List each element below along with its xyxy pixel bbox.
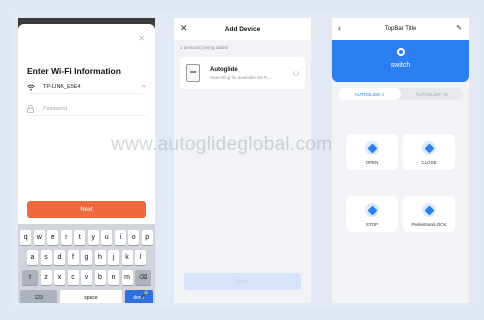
shift-key[interactable]: ⇧ xyxy=(22,270,38,285)
key-a[interactable]: a xyxy=(27,250,38,265)
wifi-sheet: ✕ Enter Wi-Fi Information TP-LINK_E5E4 ⇆… xyxy=(18,24,155,303)
password-placeholder: Password xyxy=(43,106,68,112)
password-field[interactable]: Password xyxy=(27,103,146,116)
pedestrian-lock-button[interactable]: Pedestrian/LOCK xyxy=(403,196,455,232)
key-i[interactable]: i xyxy=(114,230,126,245)
open-icon xyxy=(365,141,379,155)
key-f[interactable]: f xyxy=(67,250,79,265)
space-key[interactable]: space xyxy=(59,290,123,303)
edit-icon[interactable]: ✎ xyxy=(456,24,462,32)
key-l[interactable]: l xyxy=(135,250,146,265)
open-label: OPEN xyxy=(365,160,379,165)
switch-label: switch xyxy=(390,62,411,69)
device-card[interactable]: Autoglide Searching for available Wi-Fi.… xyxy=(180,57,305,89)
key-n[interactable]: n xyxy=(108,270,119,285)
keyboard-row-4: 123 space done xyxy=(18,290,155,303)
keyboard-row-3: ⇧ z x c v b n m ⌫ xyxy=(18,270,155,285)
key-d[interactable]: d xyxy=(54,250,65,265)
adding-status-text: 1 device(s) being added xyxy=(180,45,229,50)
key-v[interactable]: v xyxy=(81,270,92,285)
key-s[interactable]: s xyxy=(40,250,52,265)
stop-label: STOP xyxy=(365,222,379,227)
key-k[interactable]: k xyxy=(121,250,133,265)
delete-key[interactable]: ⌫ xyxy=(135,270,151,285)
key-t[interactable]: t xyxy=(74,230,86,245)
keyboard: qwertyuiop asdfghjkl ⇧ z x c v b n m ⌫ 123 space… xyxy=(18,224,155,303)
stop-button[interactable]: STOP xyxy=(346,196,398,232)
stop-icon xyxy=(365,203,379,217)
back-icon[interactable]: ‹ xyxy=(338,23,341,33)
key-c[interactable]: c xyxy=(67,270,79,285)
key-e[interactable]: e xyxy=(47,230,59,245)
pedestrian-lock-label: Pedestrian/LOCK xyxy=(411,222,447,227)
key-u[interactable]: u xyxy=(101,230,113,245)
device-status: Searching for available Wi-Fi... xyxy=(210,74,272,80)
loading-spinner-icon xyxy=(293,70,299,76)
wifi-ssid: TP-LINK_E5E4 xyxy=(43,84,81,90)
device-tabs: AUTOSLIDE-J AUTOSLIDE -W xyxy=(338,88,463,100)
key-x[interactable]: x xyxy=(54,270,65,285)
key-q[interactable]: q xyxy=(20,230,32,245)
key-h[interactable]: h xyxy=(94,250,106,265)
keyboard-row-2: asdfghjkl xyxy=(18,250,155,265)
device-control-screen: ‹ TopBar Title ✎ switch AUTOSLIDE-J AUTO… xyxy=(332,18,469,303)
key-p[interactable]: p xyxy=(141,230,153,245)
numbers-key[interactable]: 123 xyxy=(20,290,58,303)
next-button[interactable]: Next xyxy=(27,201,146,218)
done-button[interactable]: Done xyxy=(184,273,301,290)
wifi-icon xyxy=(27,84,37,91)
page-title: Enter Wi-Fi Information xyxy=(27,66,121,76)
wifi-ssid-row[interactable]: TP-LINK_E5E4 ⇆ xyxy=(27,81,146,94)
lock-icon xyxy=(27,105,37,113)
key-r[interactable]: r xyxy=(60,230,72,245)
key-b[interactable]: b xyxy=(94,270,106,285)
power-icon xyxy=(396,48,405,56)
tab-autoslide-j[interactable]: AUTOSLIDE-J xyxy=(338,88,401,100)
key-g[interactable]: g xyxy=(81,250,92,265)
keyboard-row-1: qwertyuiop xyxy=(18,230,155,245)
microphone-icon[interactable]: 🎤 xyxy=(140,291,149,299)
device-icon xyxy=(186,64,200,82)
wifi-screen: ✕ Enter Wi-Fi Information TP-LINK_E5E4 ⇆… xyxy=(18,18,155,303)
close-button[interactable]: CLOSE xyxy=(403,134,455,170)
key-m[interactable]: m xyxy=(121,270,133,285)
top-bar: ‹ TopBar Title ✎ xyxy=(332,18,469,40)
close-icon[interactable]: ✕ xyxy=(138,34,145,43)
close-label: CLOSE xyxy=(421,160,437,165)
top-bar: ✕ Add Device xyxy=(174,18,311,40)
key-y[interactable]: y xyxy=(87,230,99,245)
close-icon[interactable]: ✕ xyxy=(180,23,188,34)
key-o[interactable]: o xyxy=(128,230,140,245)
page-title: TopBar Title xyxy=(384,26,417,32)
switch-banner[interactable]: switch xyxy=(332,40,469,82)
pedestrian-lock-icon xyxy=(422,203,436,217)
tab-autoslide-w[interactable]: AUTOSLIDE -W xyxy=(401,88,464,100)
device-name: Autoglide xyxy=(210,66,238,73)
key-z[interactable]: z xyxy=(40,270,52,285)
switch-network-icon[interactable]: ⇆ xyxy=(142,84,146,90)
close-gate-icon xyxy=(422,141,436,155)
key-j[interactable]: j xyxy=(108,250,119,265)
add-device-screen: ✕ Add Device 1 device(s) being added Aut… xyxy=(174,18,311,303)
page-title: Add Device xyxy=(224,25,261,33)
key-w[interactable]: w xyxy=(33,230,45,245)
open-button[interactable]: OPEN xyxy=(346,134,398,170)
